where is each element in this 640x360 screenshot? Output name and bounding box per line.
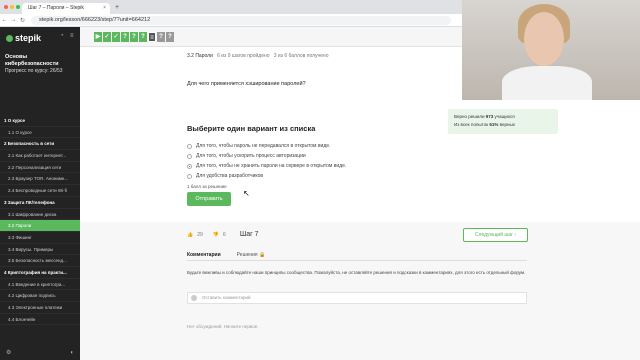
sidebar-item[interactable]: 4.1 Введение в криптогра...: [0, 279, 80, 291]
tab-title: Шаг 7 – Пароли – Stepik: [28, 5, 84, 11]
sidebar-item[interactable]: 4.4 Блокчейн: [0, 314, 80, 326]
stepik-logo[interactable]: stepik: [6, 33, 41, 43]
step-4-icon[interactable]: ?: [121, 32, 129, 42]
step-5-icon[interactable]: ?: [130, 32, 138, 42]
comment-input[interactable]: Оставить комментарий: [187, 292, 527, 304]
no-discussions-text: Нет обсуждений. Начните первое.: [187, 324, 259, 329]
answer-option-label: Для того, чтобы пароль не передавался в …: [196, 143, 331, 149]
reload-icon[interactable]: ↻: [18, 17, 27, 24]
lock-icon: 🔒: [259, 252, 266, 258]
sidebar-section[interactable]: 3 Защита ПК/телефона: [0, 197, 80, 209]
next-step-label: Следующий шаг: [474, 232, 513, 238]
logo-text: stepik: [15, 33, 42, 43]
menu-icon[interactable]: ≡: [70, 33, 74, 39]
sidebar-item[interactable]: 2.2 Персонализация сети: [0, 162, 80, 174]
step-6-icon[interactable]: ?: [139, 32, 147, 42]
comment-placeholder: Оставить комментарий: [202, 295, 251, 300]
answer-option[interactable]: Для того, чтобы не хранить пароли на сер…: [187, 161, 346, 171]
webcam-overlay: [462, 0, 640, 100]
course-title[interactable]: Основы кибербезопасности: [5, 54, 80, 68]
step-name: Шаг 7: [239, 231, 259, 238]
answer-option[interactable]: Для того, чтобы ускорить процесс авториз…: [187, 151, 346, 161]
like-icon[interactable]: 👍: [187, 232, 193, 238]
discussion-area: 👍 29 👎 6 Шаг 7 Следующий шаг › Комментарии…: [80, 222, 640, 360]
next-step-button[interactable]: Следующий шаг ›: [463, 228, 528, 242]
stepik-logo-icon: [6, 35, 13, 42]
dislike-count: 6: [223, 231, 226, 238]
close-tab-icon[interactable]: ×: [103, 3, 106, 14]
forward-icon[interactable]: →: [9, 17, 18, 23]
step-9-icon[interactable]: ?: [166, 32, 174, 42]
radio-button[interactable]: [187, 163, 192, 169]
radio-button[interactable]: [187, 173, 192, 179]
radio-button[interactable]: [187, 143, 192, 149]
stats-label: учащихся: [493, 114, 515, 119]
step-7-icon[interactable]: ≡: [148, 32, 156, 42]
bell-icon[interactable]: ◔: [60, 33, 64, 39]
sidebar-item[interactable]: 2.3 Браузер TOR. Анонимн...: [0, 173, 80, 186]
sidebar-section[interactable]: 4 Криптография на практи...: [0, 267, 80, 279]
answer-option-label: Для удобства разработчиков: [196, 173, 264, 179]
radio-button[interactable]: [187, 153, 192, 159]
lesson-label[interactable]: 3.2 Пароли: [187, 53, 213, 59]
solve-stats: Верно решили 973 учащихся Из всех попыто…: [448, 109, 558, 134]
back-icon[interactable]: ←: [0, 17, 9, 23]
sidebar-item[interactable]: 3.2 Пароли: [0, 220, 80, 232]
browser-tab[interactable]: Шаг 7 – Пароли – Stepik ×: [22, 3, 110, 14]
dislike-icon[interactable]: 👎: [213, 232, 219, 238]
answer-option-label: Для того, чтобы не хранить пароли на сер…: [196, 163, 347, 169]
sidebar-item[interactable]: 2.4 Беспроводные сети Wi-fi: [0, 185, 80, 197]
mouse-cursor-icon: ↖: [243, 189, 250, 198]
sidebar-item[interactable]: 3.5 Безопасность мессенд...: [0, 255, 80, 267]
minimize-window-icon[interactable]: [10, 5, 14, 9]
stats-label: Верно решили: [454, 114, 486, 119]
step-footer: 👍 29 👎 6 Шаг 7: [187, 231, 259, 238]
browser-window: Шаг 7 – Пароли – Stepik × + ← → ↻ stepik…: [0, 0, 640, 360]
community-rules: Будьте вежливы и соблюдайте наши принцип…: [187, 270, 526, 275]
like-count: 29: [197, 231, 203, 238]
maximize-window-icon[interactable]: [16, 5, 20, 9]
course-sidebar: stepik ◔ ≡ Основы кибербезопасности Прог…: [0, 27, 80, 360]
sidebar-item[interactable]: 4.2 Цифровая подпись: [0, 290, 80, 302]
sidebar-item[interactable]: 3.4 Вирусы. Примеры: [0, 244, 80, 256]
sidebar-item[interactable]: 4.3 Электронные платежи: [0, 302, 80, 314]
stats-label: верных: [498, 122, 515, 127]
sidebar-section[interactable]: 1 О курсе: [0, 115, 80, 127]
webcam-face: [524, 12, 564, 66]
collapse-icon[interactable]: ◐: [70, 350, 74, 356]
answer-option[interactable]: Для того, чтобы пароль не передавался в …: [187, 141, 346, 151]
points-progress: 3 из 6 баллов получено: [273, 53, 329, 59]
tabs-divider: [187, 260, 527, 261]
tab-solutions-label: Решения: [236, 252, 258, 258]
webcam-shirt: [502, 66, 592, 100]
submit-button[interactable]: Отправить: [187, 192, 231, 206]
sidebar-item[interactable]: 3.3 Фишинг: [0, 232, 80, 244]
url-field[interactable]: stepik.org/lesson/666223/step/7?unit=664…: [31, 15, 451, 25]
score-note: 1 балл за решение: [187, 184, 227, 189]
step-1-icon[interactable]: ▶: [94, 32, 102, 42]
choice-title: Выберите один вариант из списка: [187, 124, 316, 133]
step-2-icon[interactable]: ✓: [103, 32, 111, 42]
step-3-icon[interactable]: ✓: [112, 32, 120, 42]
stats-label: Из всех попыток: [454, 122, 490, 127]
answer-option[interactable]: Для удобства разработчиков: [187, 171, 346, 181]
answer-option-label: Для того, чтобы ускорить процесс авториз…: [196, 153, 306, 159]
step-8-icon[interactable]: ?: [157, 32, 165, 42]
new-tab-icon[interactable]: +: [115, 4, 119, 11]
sidebar-lessons: 1 О курсе 1.1 О курсе 2 Безопасность в сет…: [0, 115, 80, 326]
course-progress: Прогресс по курсу: 26/53: [5, 68, 63, 74]
avatar: [191, 295, 197, 301]
sidebar-section[interactable]: 2 Безопасность в сети: [0, 138, 80, 151]
steps-progress: 6 из 9 шагов пройдено: [217, 53, 270, 59]
question-text: Для чего применяется хэширование паролей…: [187, 81, 306, 87]
lesson-info: 3.2 Пароли 6 из 9 шагов пройдено 3 из 6 …: [187, 53, 328, 59]
answer-options: Для того, чтобы пароль не передавался в …: [187, 141, 346, 181]
settings-icon[interactable]: ⚙: [6, 349, 11, 356]
sidebar-item[interactable]: 1.1 О курсе: [0, 127, 80, 139]
sidebar-item[interactable]: 2.1 Как работает интернет...: [0, 150, 80, 162]
sidebar-item[interactable]: 3.1 Шифрование диска: [0, 209, 80, 221]
close-window-icon[interactable]: [4, 5, 8, 9]
